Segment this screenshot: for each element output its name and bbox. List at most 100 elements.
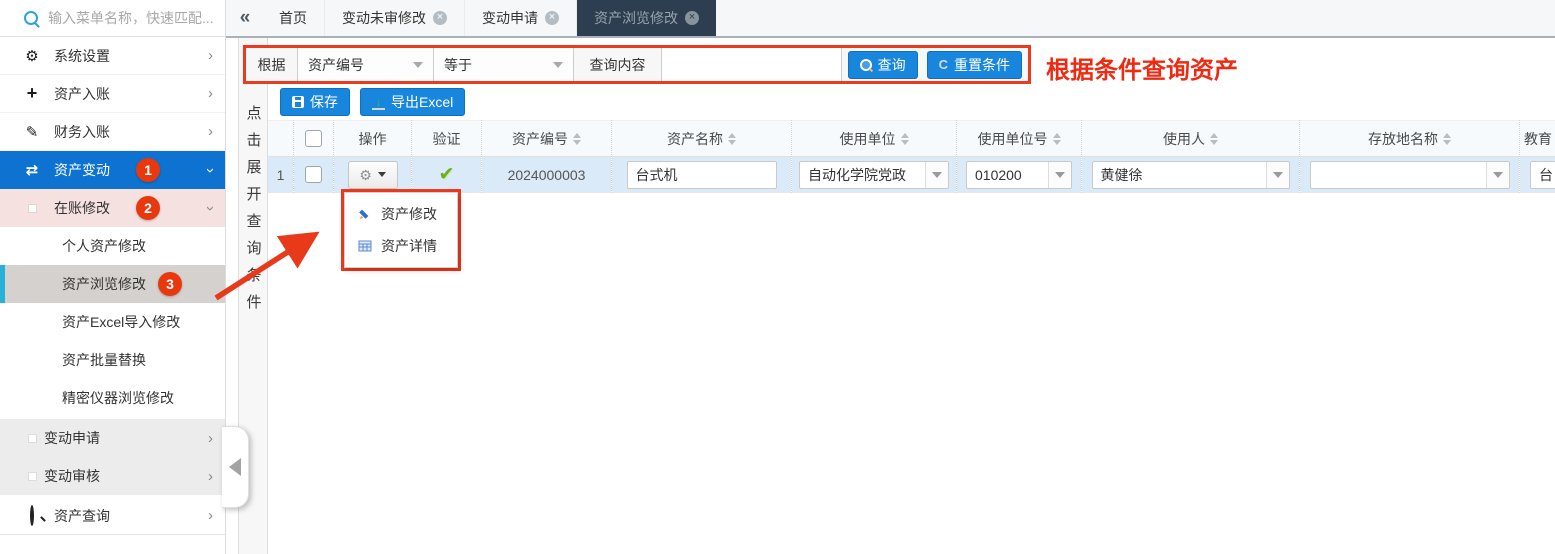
chevron-right-icon: › xyxy=(208,508,213,523)
asset-grid: 1 操作 ⚙ 验证 ✔ 资产编号 2 xyxy=(268,120,1555,193)
sort-icon[interactable] xyxy=(1443,133,1451,145)
sidebar-item-label: 变动审核 xyxy=(44,466,100,486)
sidebar-item-personal-asset-modify[interactable]: 个人资产修改 xyxy=(0,227,225,265)
sort-icon[interactable] xyxy=(573,133,581,145)
column-use-unit-no: 使用单位号 010200 xyxy=(956,120,1081,193)
chevron-right-icon: › xyxy=(208,469,213,484)
filter-field-select[interactable]: 资产编号 xyxy=(298,48,434,81)
tab-change-unaudited-modify[interactable]: 变动未审修改 × xyxy=(325,0,465,36)
row-actions-dropdown-button[interactable]: ⚙ xyxy=(348,161,398,189)
annotation-arrow xyxy=(210,226,330,311)
reset-conditions-button[interactable]: C 重置条件 xyxy=(927,51,1022,79)
column-asset-code: 资产编号 2024000003 xyxy=(481,120,611,193)
header-asset-code[interactable]: 资产编号 xyxy=(482,120,611,157)
sidebar: 输入菜单名称，快速匹配... ⚙ 系统设置 › + 资产入账 › ✎ 财务入账 … xyxy=(0,0,226,554)
sort-icon[interactable] xyxy=(728,133,736,145)
menu-item-asset-detail[interactable]: 资产详情 xyxy=(345,230,457,262)
asset-name-input[interactable]: 台式机 xyxy=(627,161,777,189)
query-button[interactable]: 查询 xyxy=(848,51,918,79)
export-excel-button[interactable]: ↓ 导出Excel xyxy=(360,88,465,116)
cell-use-unit: 自动化学院党政 xyxy=(792,157,956,193)
use-unit-no-select[interactable]: 010200 xyxy=(966,161,1072,189)
caret-down-icon[interactable] xyxy=(925,162,948,188)
header-use-unit[interactable]: 使用单位 xyxy=(792,120,956,157)
caret-down-icon[interactable] xyxy=(1486,162,1509,188)
cell-user: 黄健徐 xyxy=(1082,157,1299,193)
sort-icon[interactable] xyxy=(901,133,909,145)
sidebar-item-asset-query[interactable]: 资产查询 › xyxy=(0,497,225,535)
sidebar-item-inaccount-modify[interactable]: 在账修改 2 › xyxy=(0,189,225,227)
location-select[interactable] xyxy=(1310,161,1510,189)
tab-label: 变动未审修改 xyxy=(342,8,426,28)
header-use-unit-no[interactable]: 使用单位号 xyxy=(957,120,1081,157)
sidebar-item-label: 个人资产修改 xyxy=(62,236,146,256)
filter-operator-select[interactable]: 等于 xyxy=(434,48,574,81)
select-all-checkbox[interactable] xyxy=(305,130,322,147)
sidebar-item-asset-excel-import-modify[interactable]: 资产Excel导入修改 xyxy=(0,303,225,341)
column-education: 教育 台 xyxy=(1519,120,1555,193)
close-icon[interactable]: × xyxy=(685,11,699,25)
query-content-input[interactable] xyxy=(662,48,842,81)
annotation-badge-3: 3 xyxy=(158,272,182,296)
sidebar-collapse-handle[interactable] xyxy=(222,426,249,508)
export-button-label: 导出Excel xyxy=(391,92,453,112)
sidebar-item-change-audit[interactable]: 变动审核 › xyxy=(0,457,225,495)
header-education[interactable]: 教育 xyxy=(1520,120,1555,157)
row-checkbox[interactable] xyxy=(305,166,322,183)
sidebar-item-finance-entry[interactable]: ✎ 财务入账 › xyxy=(0,113,225,151)
header-location[interactable]: 存放地名称 xyxy=(1300,120,1519,157)
sidebar-item-label: 资产批量替换 xyxy=(62,350,146,370)
sidebar-item-asset-batch-replace[interactable]: 资产批量替换 xyxy=(0,341,225,379)
sidebar-item-change-apply[interactable]: 变动申请 › xyxy=(0,419,225,457)
sidebar-item-asset-change[interactable]: ⇄ 资产变动 1 › xyxy=(0,151,225,189)
menu-item-asset-modify[interactable]: 资产修改 xyxy=(345,198,457,230)
sort-icon[interactable] xyxy=(1210,133,1218,145)
annotation-badge-2: 2 xyxy=(136,196,160,220)
tab-home[interactable]: 首页 xyxy=(262,0,325,36)
sidebar-item-label: 资产Excel导入修改 xyxy=(62,312,180,332)
reset-button-label: 重置条件 xyxy=(954,55,1010,75)
reset-icon: C xyxy=(939,57,948,72)
sort-icon[interactable] xyxy=(1053,133,1061,145)
close-icon[interactable]: × xyxy=(545,11,559,25)
sidebar-item-system-settings[interactable]: ⚙ 系统设置 › xyxy=(0,37,225,75)
row-actions-menu: 资产修改 资产详情 xyxy=(344,192,458,268)
header-label: 教育 xyxy=(1524,129,1552,149)
sidebar-item-asset-entry[interactable]: + 资产入账 › xyxy=(0,75,225,113)
search-icon xyxy=(24,11,38,25)
header-user[interactable]: 使用人 xyxy=(1082,120,1299,157)
column-verify: 验证 ✔ xyxy=(411,120,481,193)
download-icon: ↓ xyxy=(372,96,385,109)
use-unit-select[interactable]: 自动化学院党政 xyxy=(799,161,949,189)
sidebar-item-label: 资产变动 xyxy=(54,160,110,180)
sidebar-item-precision-instrument-modify[interactable]: 精密仪器浏览修改 xyxy=(0,379,225,417)
header-label: 存放地名称 xyxy=(1368,129,1438,149)
tab-bar: « 首页 变动未审修改 × 变动申请 × 资产浏览修改 × xyxy=(226,0,1555,38)
header-rownum xyxy=(268,120,293,157)
filter-field-value: 资产编号 xyxy=(308,55,364,75)
user-select[interactable]: 黄健徐 xyxy=(1092,161,1290,189)
close-icon[interactable]: × xyxy=(433,11,447,25)
caret-down-icon[interactable] xyxy=(1048,162,1071,188)
chevron-right-icon: › xyxy=(208,431,213,446)
gear-icon: ⚙ xyxy=(23,47,41,65)
menu-search-input[interactable]: 输入菜单名称，快速匹配... xyxy=(0,0,225,37)
tab-asset-browse-modify[interactable]: 资产浏览修改 × xyxy=(577,0,716,36)
cell-education: 台 xyxy=(1520,157,1555,193)
chevron-down-icon: › xyxy=(203,168,218,173)
caret-down-icon[interactable] xyxy=(1266,162,1289,188)
strip-vertical-label[interactable]: 点击展开查询条件 xyxy=(246,100,262,316)
location-value xyxy=(1311,162,1486,188)
header-asset-name[interactable]: 资产名称 xyxy=(612,120,791,157)
education-input[interactable]: 台 xyxy=(1530,161,1555,189)
header-verify: 验证 xyxy=(412,120,481,157)
column-asset-name: 资产名称 台式机 xyxy=(611,120,791,193)
save-button-label: 保存 xyxy=(310,92,338,112)
use-unit-no-value: 010200 xyxy=(967,162,1048,188)
sidebar-item-asset-browse-modify[interactable]: 资产浏览修改 3 xyxy=(0,265,225,303)
gear-icon: ⚙ xyxy=(359,168,372,182)
save-button[interactable]: 保存 xyxy=(280,88,350,116)
tabs-collapse-button[interactable]: « xyxy=(226,0,262,36)
filter-content-label: 查询内容 xyxy=(574,48,662,81)
tab-change-apply[interactable]: 变动申请 × xyxy=(465,0,577,36)
